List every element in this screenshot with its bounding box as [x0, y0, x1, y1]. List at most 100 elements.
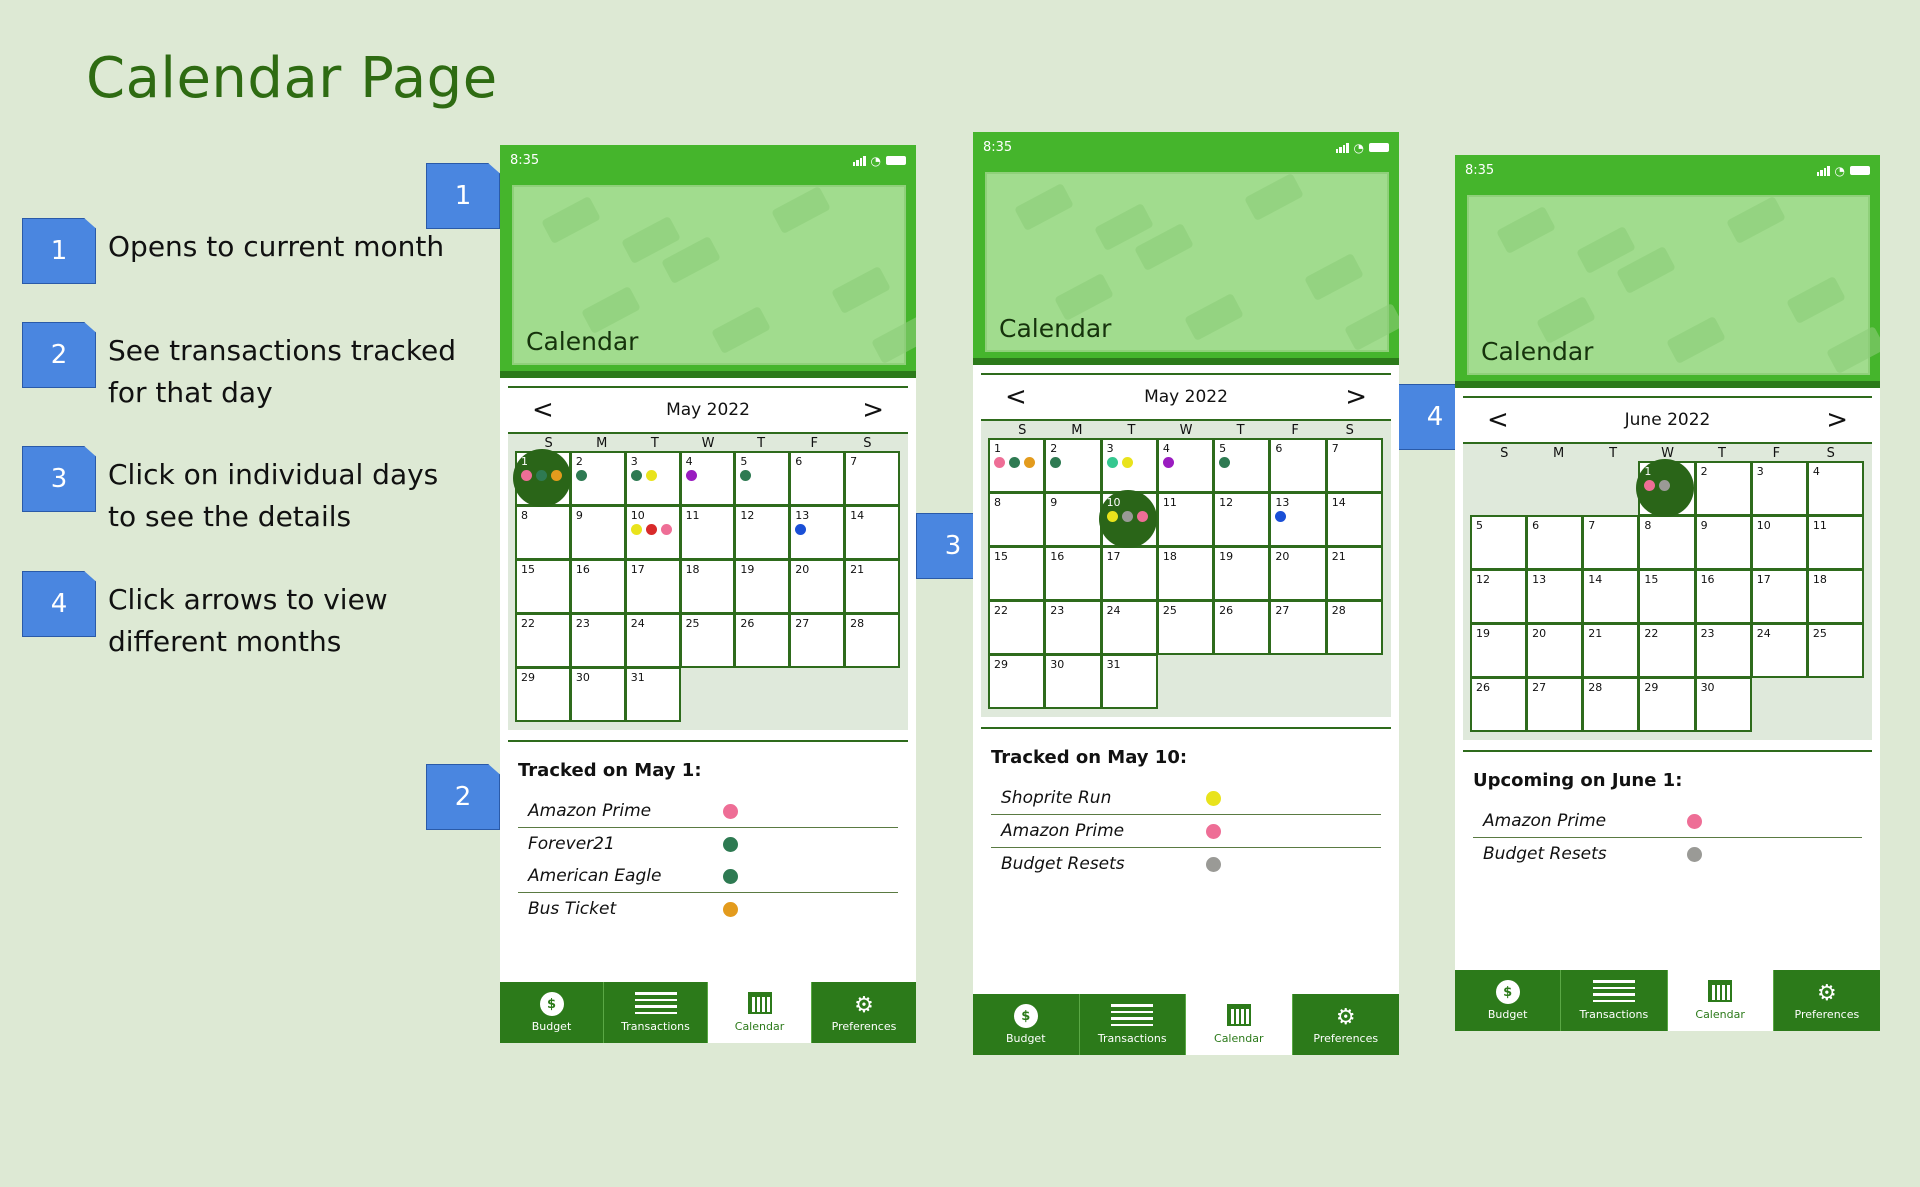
day-cell[interactable]: 3: [624, 451, 681, 506]
tracked-item[interactable]: Forever21: [518, 828, 898, 860]
day-cell[interactable]: 25: [679, 613, 736, 668]
day-cell[interactable]: 19: [1213, 546, 1271, 601]
tab-calendar[interactable]: Calendar: [1667, 970, 1774, 1031]
day-cell[interactable]: 27: [1526, 677, 1584, 732]
day-cell[interactable]: 28: [1582, 677, 1640, 732]
day-cell[interactable]: 10: [1098, 490, 1158, 548]
day-cell[interactable]: 2: [1044, 438, 1102, 493]
tab-preferences[interactable]: ⚙ Preferences: [1293, 994, 1400, 1055]
day-cell[interactable]: 5: [734, 451, 791, 506]
day-cell[interactable]: 18: [1156, 546, 1215, 601]
day-cell[interactable]: 28: [1325, 600, 1383, 655]
tab-preferences[interactable]: ⚙ Preferences: [1774, 970, 1880, 1031]
day-cell[interactable]: 11: [1156, 492, 1215, 547]
day-cell[interactable]: 4: [679, 451, 736, 506]
tab-transactions[interactable]: Transactions: [1080, 994, 1186, 1055]
day-cell[interactable]: 20: [1526, 623, 1584, 678]
tracked-item[interactable]: Shoprite Run: [991, 782, 1381, 814]
day-cell[interactable]: 9: [569, 505, 626, 560]
day-cell[interactable]: 13: [789, 505, 846, 560]
day-cell[interactable]: 31: [1100, 654, 1158, 709]
day-cell[interactable]: 5: [1213, 438, 1271, 493]
day-cell[interactable]: 23: [1044, 600, 1102, 655]
day-cell[interactable]: 9: [1044, 492, 1102, 547]
prev-month-arrow[interactable]: <: [1005, 382, 1027, 412]
day-cell[interactable]: 8: [1638, 515, 1696, 570]
day-cell[interactable]: 24: [1100, 600, 1158, 655]
day-cell[interactable]: 17: [624, 559, 681, 614]
day-cell[interactable]: 16: [1044, 546, 1102, 601]
day-cell[interactable]: 6: [789, 451, 846, 506]
day-cell[interactable]: 30: [569, 667, 626, 722]
day-cell[interactable]: 6: [1269, 438, 1327, 493]
next-month-arrow[interactable]: >: [1826, 405, 1848, 435]
day-cell[interactable]: 20: [789, 559, 846, 614]
day-cell[interactable]: 25: [1156, 600, 1215, 655]
day-cell[interactable]: 12: [1470, 569, 1528, 624]
day-cell[interactable]: 7: [1325, 438, 1383, 493]
day-cell[interactable]: 10: [624, 505, 681, 560]
prev-month-arrow[interactable]: <: [532, 395, 554, 425]
day-cell[interactable]: 25: [1806, 623, 1864, 678]
day-cell[interactable]: 17: [1750, 569, 1808, 624]
day-cell[interactable]: 13: [1269, 492, 1327, 547]
day-cell[interactable]: 21: [1582, 623, 1640, 678]
tab-transactions[interactable]: Transactions: [1561, 970, 1668, 1031]
day-cell[interactable]: 22: [1638, 623, 1696, 678]
day-cell[interactable]: 30: [1694, 677, 1752, 732]
day-cell[interactable]: 14: [1325, 492, 1383, 547]
tab-budget[interactable]: $ Budget: [1455, 970, 1562, 1031]
day-cell[interactable]: 24: [624, 613, 681, 668]
day-cell[interactable]: 26: [1213, 600, 1271, 655]
day-cell[interactable]: 2: [1694, 461, 1752, 516]
day-cell[interactable]: 1: [513, 449, 571, 507]
day-cell[interactable]: 14: [844, 505, 900, 560]
day-cell[interactable]: 23: [1694, 623, 1752, 678]
day-cell[interactable]: 3: [1100, 438, 1158, 493]
day-cell[interactable]: 4: [1156, 438, 1215, 493]
day-cell[interactable]: 8: [988, 492, 1046, 547]
day-cell[interactable]: 2: [569, 451, 626, 506]
day-cell[interactable]: 28: [844, 613, 900, 668]
day-cell[interactable]: 20: [1269, 546, 1327, 601]
day-cell[interactable]: 4: [1806, 461, 1864, 516]
day-cell[interactable]: 11: [1806, 515, 1864, 570]
next-month-arrow[interactable]: >: [862, 395, 884, 425]
day-cell[interactable]: 19: [734, 559, 791, 614]
day-cell[interactable]: 19: [1470, 623, 1528, 678]
day-cell[interactable]: 14: [1582, 569, 1640, 624]
day-cell[interactable]: 15: [1638, 569, 1696, 624]
day-cell[interactable]: 29: [988, 654, 1046, 709]
day-cell[interactable]: 10: [1750, 515, 1808, 570]
day-cell[interactable]: 22: [515, 613, 571, 668]
tracked-item[interactable]: Budget Resets: [1473, 838, 1862, 870]
day-cell[interactable]: 5: [1470, 515, 1528, 570]
day-cell[interactable]: 27: [1269, 600, 1327, 655]
day-cell[interactable]: 29: [1638, 677, 1696, 732]
day-cell[interactable]: 24: [1750, 623, 1808, 678]
day-cell[interactable]: 29: [515, 667, 571, 722]
day-cell[interactable]: 21: [844, 559, 900, 614]
day-cell[interactable]: 12: [734, 505, 791, 560]
tab-calendar[interactable]: Calendar: [1186, 994, 1293, 1055]
day-cell[interactable]: 13: [1526, 569, 1584, 624]
prev-month-arrow[interactable]: <: [1487, 405, 1509, 435]
day-cell[interactable]: 31: [624, 667, 681, 722]
day-cell[interactable]: 15: [515, 559, 571, 614]
next-month-arrow[interactable]: >: [1345, 382, 1367, 412]
day-cell[interactable]: 18: [679, 559, 736, 614]
day-cell[interactable]: 15: [988, 546, 1046, 601]
day-cell[interactable]: 8: [515, 505, 571, 560]
day-cell[interactable]: 12: [1213, 492, 1271, 547]
day-cell[interactable]: 6: [1526, 515, 1584, 570]
day-cell[interactable]: 7: [844, 451, 900, 506]
day-cell[interactable]: 30: [1044, 654, 1102, 709]
tracked-item[interactable]: Amazon Prime: [1473, 805, 1862, 837]
tracked-item[interactable]: Amazon Prime: [518, 795, 898, 827]
tracked-item[interactable]: Bus Ticket: [518, 893, 898, 925]
day-cell[interactable]: 23: [569, 613, 626, 668]
tab-calendar[interactable]: Calendar: [708, 982, 812, 1043]
tracked-item[interactable]: Budget Resets: [991, 848, 1381, 880]
day-cell[interactable]: 3: [1750, 461, 1808, 516]
day-cell[interactable]: 26: [734, 613, 791, 668]
